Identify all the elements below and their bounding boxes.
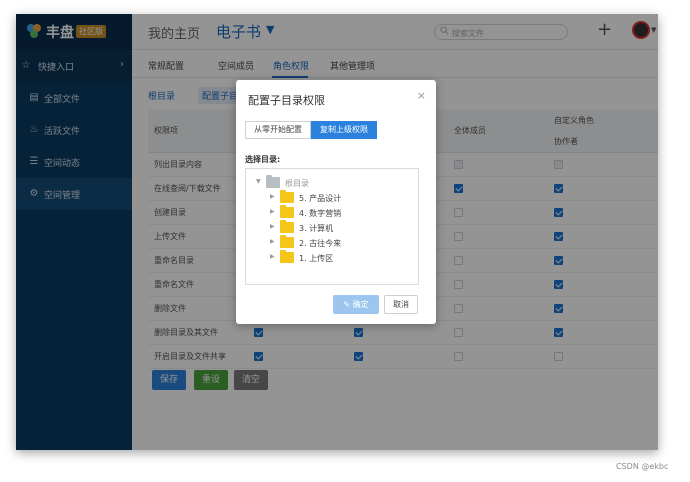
folder-label: 5. 产品设计 (299, 194, 342, 203)
folder-label: 1. 上传区 (299, 254, 334, 263)
folder-icon (280, 190, 294, 203)
folder-icon (280, 220, 294, 233)
cancel-button[interactable]: 取消 (384, 295, 418, 314)
seg-copy-parent[interactable]: 复制上级权限 (311, 121, 377, 139)
folder-label: 2. 古往今来 (299, 239, 342, 248)
tree-root-label: 根目录 (285, 179, 309, 188)
caret-right-icon[interactable]: ▶ (270, 208, 275, 215)
dialog-title: 配置子目录权限 (248, 94, 325, 107)
folder-icon (266, 175, 280, 188)
dir-tree: ▼ 根目录 ▶ 5. 产品设计 ▶ 4. 数字营销 ▶ 3. 计算机 ▶ 2. 古往今来 ▶ 1.… (245, 168, 419, 285)
caret-right-icon[interactable]: ▶ (270, 193, 275, 200)
watermark: CSDN @ekbc (616, 462, 669, 471)
edit-icon: ✎ (343, 300, 351, 309)
confirm-label: 确定 (352, 300, 369, 309)
folder-label: 4. 数字营销 (299, 209, 342, 218)
confirm-button[interactable]: ✎ 确定 (333, 295, 379, 314)
seg-from-scratch[interactable]: 从零开始配置 (245, 121, 311, 139)
mode-segmented-control: 从零开始配置 复制上级权限 (245, 121, 377, 139)
app-window: 丰盘 社区版 ☆ 快捷入口 › ▤ 全部文件 ♨ 活跃文件 ☰ 空间动态 ⚙ 空… (16, 14, 658, 450)
folder-icon (280, 235, 294, 248)
caret-down-icon[interactable]: ▼ (256, 178, 261, 185)
caret-right-icon[interactable]: ▶ (270, 238, 275, 245)
close-icon[interactable]: × (417, 89, 426, 102)
config-subdir-dialog: 配置子目录权限 × 从零开始配置 复制上级权限 选择目录: ▼ 根目录 ▶ 5. … (236, 80, 436, 324)
caret-right-icon[interactable]: ▶ (270, 253, 275, 260)
select-dir-label: 选择目录: (245, 155, 281, 164)
caret-right-icon[interactable]: ▶ (270, 223, 275, 230)
folder-icon (280, 205, 294, 218)
folder-icon (280, 250, 294, 263)
folder-label: 3. 计算机 (299, 224, 334, 233)
